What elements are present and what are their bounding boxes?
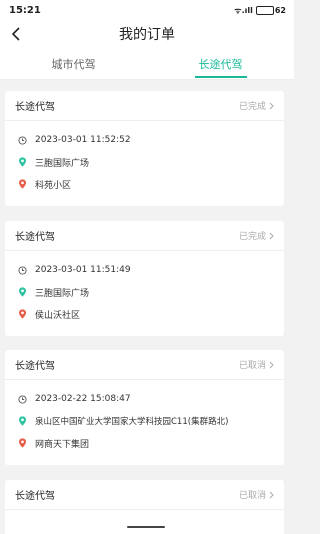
order-status[interactable]: 已完成 [239, 229, 274, 242]
order-end-row: 网商天下集团 [5, 432, 284, 454]
battery-level: 62 [274, 5, 286, 15]
order-card[interactable]: 长途代驾 已完成 2023-03-01 11:51:49 三胞国际广场 侯山沃社… [5, 221, 284, 336]
nav-bar: 我的订单 [0, 20, 294, 48]
start-location-icon [17, 157, 27, 167]
status-time: 15:21 [9, 4, 41, 16]
end-location-icon [17, 309, 27, 319]
order-status[interactable]: 已取消 [239, 488, 274, 501]
order-tabs: 城市代驾 长途代驾 [0, 48, 294, 80]
order-status-label: 已完成 [238, 232, 266, 242]
clock-icon [17, 135, 27, 145]
order-type: 长途代驾 [15, 232, 55, 243]
signal-icon: ᯤ.ıll [234, 5, 253, 15]
chevron-right-icon [269, 102, 274, 109]
home-indicator [127, 526, 165, 528]
order-end-row: 科苑小区 [5, 173, 284, 195]
order-header: 长途代驾 已完成 [5, 91, 284, 121]
status-bar: 15:21 ᯤ.ıll 62 [0, 0, 294, 20]
order-type: 长途代驾 [15, 361, 55, 372]
page-title: 我的订单 [119, 27, 175, 43]
order-type: 长途代驾 [15, 491, 55, 502]
order-start: 三胞国际广场 [35, 158, 90, 169]
battery-icon: 62 [255, 5, 286, 15]
order-status[interactable]: 已完成 [239, 99, 274, 112]
tab-city-driving[interactable]: 城市代驾 [0, 48, 147, 79]
order-header: 长途代驾 已取消 [5, 480, 284, 510]
order-card[interactable]: 长途代驾 已取消 2023-02-22 15:08:47 泉山区中国矿业大学国家… [5, 350, 284, 465]
order-start-row: 三胞国际广场 [5, 151, 284, 173]
order-status-label: 已完成 [238, 102, 266, 112]
back-button[interactable] [6, 23, 26, 45]
clock-icon [17, 394, 27, 404]
start-location-icon [17, 287, 27, 297]
order-status-label: 已取消 [238, 361, 266, 371]
order-status-label: 已取消 [238, 491, 266, 501]
order-start: 泉山区中国矿业大学国家大学科技园C11(集群路北) [35, 417, 229, 427]
order-header: 长途代驾 已取消 [5, 350, 284, 380]
order-time-row: 2023-02-22 15:08:47 [5, 388, 284, 410]
chevron-right-icon [269, 491, 274, 498]
order-end: 网商天下集团 [35, 439, 90, 450]
chevron-left-icon [11, 27, 20, 41]
order-header: 长途代驾 已完成 [5, 221, 284, 251]
start-location-icon [17, 416, 27, 426]
chevron-right-icon [269, 361, 274, 368]
order-time: 2023-02-22 15:08:47 [35, 394, 131, 404]
order-time: 2023-03-01 11:52:52 [35, 135, 131, 145]
order-start-row: 三胞国际广场 [5, 281, 284, 303]
order-end: 侯山沃社区 [35, 310, 81, 321]
order-card[interactable]: 长途代驾 已完成 2023-03-01 11:52:52 三胞国际广场 科苑小区 [5, 91, 284, 206]
order-start: 三胞国际广场 [35, 288, 90, 299]
order-end: 科苑小区 [35, 180, 72, 191]
order-time-row: 2023-03-01 11:52:52 [5, 129, 284, 151]
end-location-icon [17, 179, 27, 189]
chevron-right-icon [269, 232, 274, 239]
end-location-icon [17, 438, 27, 448]
clock-icon [17, 265, 27, 275]
tab-long-distance-driving[interactable]: 长途代驾 [147, 48, 294, 79]
order-end-row: 侯山沃社区 [5, 303, 284, 325]
status-icons: ᯤ.ıll 62 [234, 5, 286, 16]
order-status[interactable]: 已取消 [239, 358, 274, 371]
order-time-row: 2023-03-01 11:51:49 [5, 259, 284, 281]
order-time: 2023-03-01 11:51:49 [35, 265, 131, 275]
order-type: 长途代驾 [15, 102, 55, 113]
order-start-row: 泉山区中国矿业大学国家大学科技园C11(集群路北) [5, 410, 284, 432]
